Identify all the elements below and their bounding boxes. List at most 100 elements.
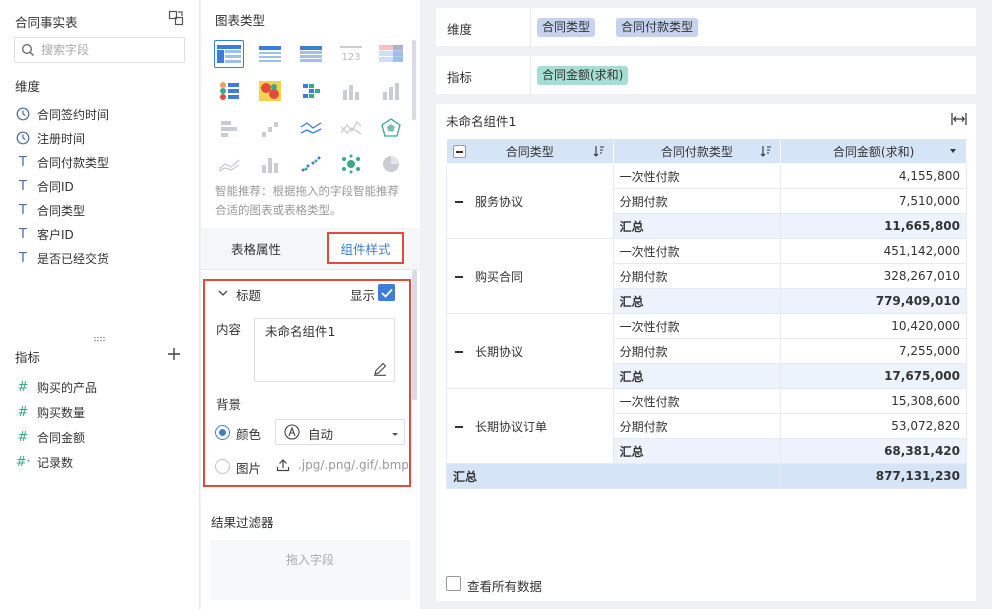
chart-type-waterfall[interactable] (255, 114, 285, 142)
chart-type-grouped-table[interactable] (255, 40, 285, 68)
add-measure-icon[interactable] (166, 346, 182, 362)
chart-type-title: 图表类型 (215, 13, 266, 28)
field-item[interactable]: # 购买的产品 (15, 377, 97, 397)
result-filter-title: 结果过滤器 (211, 515, 274, 530)
chart-type-grouped-bar[interactable] (296, 77, 326, 105)
field-label: 注册时间 (37, 131, 86, 146)
field-label: 购买数量 (37, 405, 86, 420)
table-cell: 分期付款 (612, 413, 782, 439)
chart-type-bar[interactable] (214, 114, 244, 142)
dimension-drop-bar[interactable]: 维度 合同类型 合同付款类型 (436, 8, 976, 46)
field-item[interactable]: T 合同付款类型 (15, 152, 109, 172)
measure-pill[interactable]: 合同金额(求和) (537, 66, 629, 85)
panel-splitter-handle[interactable] (93, 336, 107, 342)
dimension-pill[interactable]: 合同类型 (537, 18, 596, 37)
chart-type-heatmap[interactable] (255, 77, 285, 105)
chart-type-bubble[interactable] (336, 150, 366, 178)
field-item[interactable]: 合同签约时间 (15, 104, 109, 124)
column-header[interactable]: 合同付款类型 (612, 138, 782, 164)
number-type-icon: # (17, 429, 29, 445)
table-cell: 分期付款 (612, 338, 782, 364)
sort-icon[interactable] (593, 145, 605, 157)
chart-type-histogram[interactable] (255, 150, 285, 178)
field-item[interactable]: # 合同金额 (15, 427, 85, 447)
subtotal-label: 汇总 (612, 213, 782, 239)
chart-type-scatter[interactable] (296, 150, 326, 178)
chart-type-table[interactable] (214, 40, 244, 68)
drop-hint: 拖入字段 (285, 553, 334, 567)
auto-color-icon (284, 424, 300, 440)
search-input[interactable] (41, 41, 181, 59)
clock-icon (15, 106, 31, 122)
field-item[interactable]: T 合同类型 (15, 200, 85, 220)
column-header[interactable]: 合同金额(求和) (780, 138, 967, 164)
field-item[interactable]: 注册时间 (15, 128, 85, 148)
dimension-header: 维度 (15, 79, 41, 94)
background-label: 背景 (216, 397, 242, 412)
subtotal-label: 汇总 (612, 288, 782, 314)
chart-type-column[interactable] (336, 77, 366, 105)
chart-type-color-table[interactable] (214, 77, 244, 105)
show-title-checkbox[interactable] (378, 284, 395, 301)
field-item[interactable]: T 客户ID (15, 224, 74, 244)
upload-icon[interactable] (276, 458, 290, 472)
field-item[interactable]: T 是否已经交货 (15, 248, 109, 268)
collapse-icon[interactable] (453, 346, 465, 358)
subtotal-value: 779,409,010 (780, 288, 967, 314)
collapse-icon[interactable] (453, 196, 465, 208)
table-cell: 53,072,820 (780, 413, 967, 439)
fit-width-icon[interactable] (951, 112, 967, 126)
color-option-label: 颜色 (236, 427, 262, 442)
clock-icon (15, 130, 31, 146)
field-label: 是否已经交货 (37, 251, 110, 266)
collapse-icon[interactable] (453, 421, 465, 433)
group-cell: 服务协议 (446, 163, 614, 239)
table-cell: 分期付款 (612, 263, 782, 289)
sort-icon[interactable] (760, 145, 772, 157)
field-label: 合同ID (37, 179, 74, 194)
chart-type-area-line[interactable] (336, 114, 366, 142)
divider (530, 56, 531, 94)
view-all-data-checkbox[interactable] (446, 576, 461, 591)
chart-type-detail-table[interactable] (296, 40, 326, 68)
title-content-value: 未命名组件1 (265, 324, 336, 339)
field-item[interactable]: # 购买数量 (15, 402, 85, 422)
style-scrollbar[interactable] (412, 270, 417, 400)
group-cell: 长期协议 (446, 313, 614, 389)
chart-type-pie[interactable] (376, 150, 406, 178)
tab-table-properties[interactable]: 表格属性 (215, 232, 297, 264)
chart-type-radar[interactable] (376, 114, 406, 142)
grand-total-value: 877,131,230 (780, 463, 967, 489)
chevron-down-icon[interactable] (217, 286, 229, 300)
tab-component-style[interactable]: 组件样式 (327, 232, 404, 264)
text-type-icon: T (19, 250, 27, 266)
switch-dataset-icon[interactable] (168, 10, 184, 26)
group-cell: 购买合同 (446, 238, 614, 314)
chart-type-column-stacked[interactable] (376, 77, 406, 105)
table-cell: 4,155,800 (780, 163, 967, 189)
image-radio[interactable] (215, 459, 230, 474)
chart-type-cross-table[interactable] (376, 40, 406, 68)
collapse-icon[interactable] (453, 271, 465, 283)
field-search[interactable] (14, 37, 185, 63)
chart-type-scrollbar[interactable] (412, 40, 416, 120)
subtotal-label: 汇总 (612, 438, 782, 464)
number-type-icon: # (17, 404, 29, 420)
table-cell: 一次性付款 (612, 163, 782, 189)
edit-icon[interactable] (373, 362, 387, 376)
color-radio[interactable] (215, 425, 230, 440)
chart-type-kpi[interactable]: 123 (336, 40, 366, 68)
chart-type-line[interactable] (296, 114, 326, 142)
field-item[interactable]: T 合同ID (15, 176, 74, 196)
table-row: 购买合同 一次性付款 451,142,000 (446, 238, 967, 314)
table-cell: 451,142,000 (780, 238, 967, 264)
collapse-all-icon[interactable] (453, 145, 466, 158)
filter-drop-zone[interactable]: 拖入字段 (210, 540, 410, 600)
caret-down-icon[interactable] (950, 149, 956, 153)
dimension-pill[interactable]: 合同付款类型 (616, 18, 699, 37)
field-item[interactable]: # * 记录数 (15, 452, 73, 472)
column-header[interactable]: 合同类型 (446, 138, 614, 164)
chart-type-area[interactable] (214, 150, 244, 178)
measure-drop-bar[interactable]: 指标 合同金额(求和) (436, 56, 976, 94)
subtotal-value: 17,675,000 (780, 363, 967, 389)
